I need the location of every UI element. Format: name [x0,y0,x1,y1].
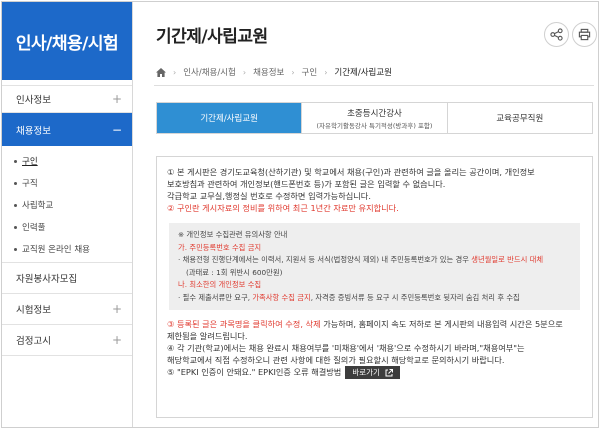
print-icon [578,28,591,41]
breadcrumb: › 인사/채용/시험 › 채용정보 › 구인 › 기간제/사립교원 [156,66,392,78]
tab-part-time-lecturer[interactable]: 초중등시간강사 (자유학기활동강사 특기적성(방과후) 포함) [302,103,448,133]
sidebar: 인사/채용/시험 인사정보 + 채용정보 − 구인 구직 사립학교 인력풀 교직… [2,2,133,427]
submenu-item-online-hiring[interactable]: 교직원 온라인 채용 [2,238,132,260]
privacy-text-part: · 필수 제출서류만 요구, [178,292,253,302]
tab-label: 초중등시간강사 [347,108,402,119]
notice-text-highlight: ③ 등록된 글은 과목명을 클릭하여 수정, 삭제 [167,319,321,329]
submenu-item-talent-pool[interactable]: 인력풀 [2,216,132,238]
tab-education-staff[interactable]: 교육공무직원 [447,103,592,133]
bullet-icon [14,225,17,229]
sidebar-item-ged[interactable]: 검정고시 + [2,325,132,356]
notice-text: ③ 등록된 글은 과목명을 클릭하여 수정, 삭제 가능하며, 홈페이지 속도 … [167,318,582,330]
expand-icon: + [111,302,122,316]
sidebar-title: 인사/채용/시험 [2,2,132,80]
notice-text: 해당학교에서 직접 수정하오니 관련 사항에 대한 질의가 필요할시 해당학교로… [167,355,505,365]
privacy-text: · 채용전형 진행단계에서는 이력서, 지원서 등 서식(법정양식 제외) 내 … [178,254,571,267]
notice-text: 각급학교 교무실,행정실 번호로 수정하면 입력가능하십니다. [167,191,371,201]
sidebar-item-exam-info[interactable]: 시험정보 + [2,294,132,325]
submenu-item-job-seek[interactable]: 구직 [2,172,132,194]
tab-sublabel: (자유학기활동강사 특기적성(방과후) 포함) [316,121,433,130]
privacy-text-highlight: 생년월일로 반드시 대체 [471,255,544,264]
chevron-right-icon: › [242,67,247,77]
privacy-text-part: · 채용전형 진행단계에서는 이력서, 지원서 등 서식(법정양식 제외) 내 … [178,255,472,264]
breadcrumb-item[interactable]: 인사/채용/시험 [183,66,236,78]
submenu-item-job-offer[interactable]: 구인 [2,150,132,172]
expand-icon: + [111,333,122,347]
privacy-text: · 필수 제출서류만 요구, 가족사항 수집 금지, 자격증 증빙서류 등 요구… [178,292,571,305]
print-button[interactable] [572,22,597,47]
page-title: 기간제/사립교원 [156,27,268,47]
sidebar-item-label: 검정고시 [16,336,51,347]
home-icon[interactable] [156,67,166,77]
sidebar-item-label: 자원봉사자모집 [16,274,78,285]
privacy-text-part: , 자격증 증빙서류 등 요구 시 주민등록번호 뒷자리 숨김 처리 후 수집 [310,292,520,302]
breadcrumb-current: 기간제/사립교원 [334,68,392,78]
tab-label: 교육공무직원 [496,114,544,124]
notice-text-part: 가능하며, 홈페이지 속도 저하로 본 게시판의 내용입력 시간은 5분으로 [320,319,563,329]
privacy-text: (과태료 : 1회 위반시 600만원) [186,267,283,277]
notice-text: ⑤ "EPKI 인증이 안돼요." EPKI인증 오류 해결방법 바로가기 [167,366,582,379]
divider [154,85,594,86]
notice-text-part: ⑤ "EPKI 인증이 안돼요." EPKI인증 오류 해결방법 [167,367,342,377]
sidebar-item-hr-info[interactable]: 인사정보 + [2,85,132,113]
privacy-text-highlight: 가족사항 수집 금지 [252,292,311,302]
notice-warning: ② 구인란 게시자료의 정비를 위하여 최근 1년간 자료만 유지합니다. [167,203,399,213]
bullet-icon [14,203,17,207]
notice-box: ① 본 게시판은 경기도교육청(산하기관) 및 학교에서 채용(구인)과 관련하… [156,156,593,418]
chevron-right-icon: › [324,67,328,77]
goto-button-label: 바로가기 [352,367,380,377]
sidebar-item-label: 시험정보 [16,305,51,316]
privacy-title: ※ 개인정보 수집관련 유의사항 안내 [178,230,288,239]
chevron-right-icon: › [291,67,295,77]
bullet-icon [14,159,17,163]
privacy-notice-box: ※ 개인정보 수집관련 유의사항 안내 가. 주민등록번호 수집 금지 · 채용… [169,223,580,310]
chevron-right-icon: › [173,67,177,77]
submenu-item-private-school[interactable]: 사립학교 [2,194,132,216]
goto-button[interactable]: 바로가기 [345,366,400,379]
sidebar-item-recruit-info[interactable]: 채용정보 − [2,113,132,146]
bullet-icon [14,247,17,251]
notice-text: ① 본 게시판은 경기도교육청(산하기관) 및 학교에서 채용(구인)과 관련하… [167,167,535,177]
category-tabs: 기간제/사립교원 초중등시간강사 (자유학기활동강사 특기적성(방과후) 포함)… [156,102,593,134]
notice-text: 제한됨을 알려드립니다. [167,331,248,341]
privacy-heading: 가. 주민등록번호 수집 금지 [178,242,262,252]
page-frame: 인사/채용/시험 인사정보 + 채용정보 − 구인 구직 사립학교 인력풀 교직… [1,1,599,428]
tab-label: 기간제/사립교원 [200,114,258,124]
breadcrumb-item[interactable]: 구인 [302,66,318,78]
share-button[interactable] [544,22,569,47]
collapse-icon: − [111,122,122,137]
notice-text: 보호방침과 관련하여 개인정보(핸드폰번호 등)가 포함된 글은 입력할 수 없… [167,179,446,189]
sidebar-item-label: 채용정보 [16,125,51,137]
share-icon [550,28,563,41]
external-link-icon [385,368,393,376]
bullet-icon [14,181,17,185]
breadcrumb-item[interactable]: 채용정보 [253,66,284,78]
main-content: 기간제/사립교원 › 인사/채용/시험 › 채용정보 › 구인 › 기간제/사립… [134,2,598,427]
sidebar-item-volunteer[interactable]: 자원봉사자모집 [2,263,132,294]
tab-contract-teacher[interactable]: 기간제/사립교원 [157,103,303,133]
notice-text: ④ 각 기관(학교)에서는 채용 완료시 채용여부를 '미채용'에서 '채용'으… [167,343,525,353]
expand-icon: + [111,92,122,106]
sidebar-item-label: 인사정보 [16,95,51,106]
privacy-heading: 나. 최소한의 개인정보 수집 [178,280,262,289]
sidebar-submenu: 구인 구직 사립학교 인력풀 교직원 온라인 채용 [2,146,132,263]
